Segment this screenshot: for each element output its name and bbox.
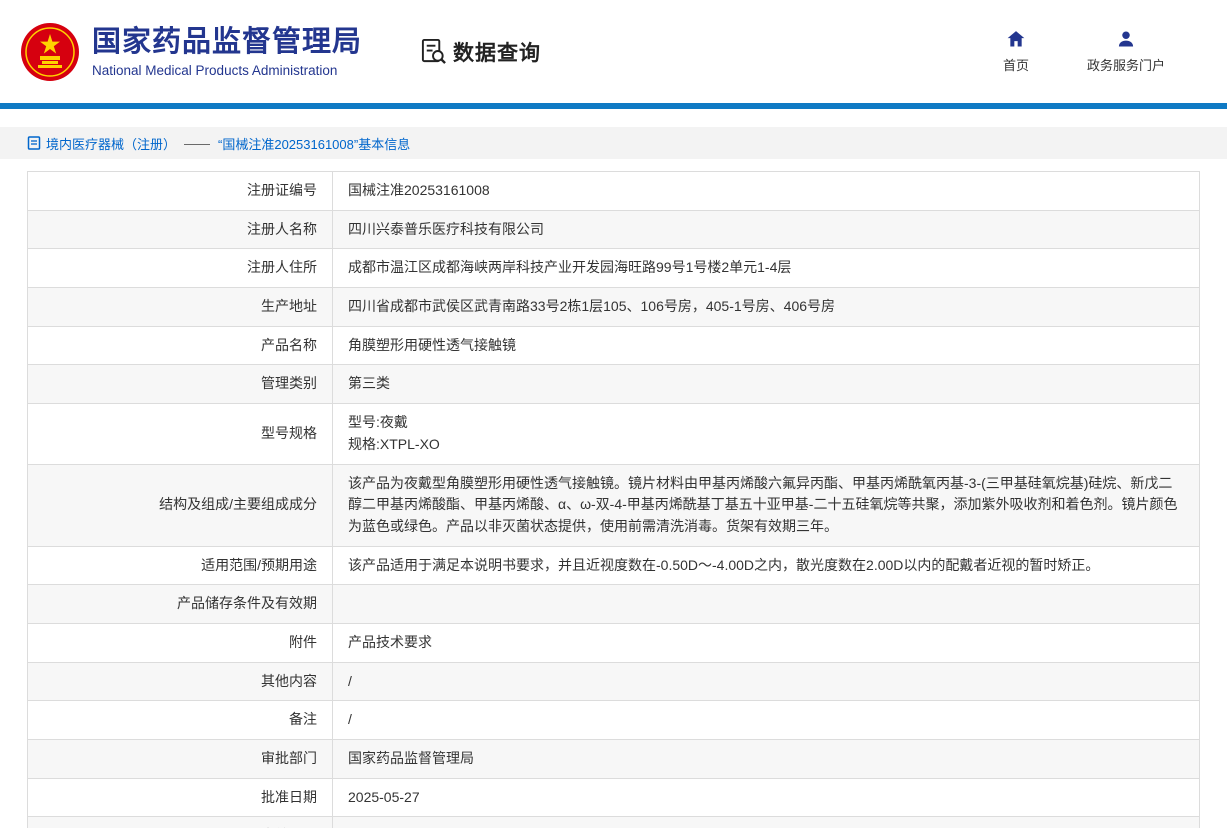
table-row: 附件 产品技术要求 — [28, 623, 1200, 662]
row-label: 注册人名称 — [28, 210, 333, 249]
row-value: 成都市温江区成都海峡两岸科技产业开发园海旺路99号1号楼2单元1-4层 — [333, 249, 1200, 288]
nav-item-label: 政务服务门户 — [1087, 55, 1165, 74]
row-value: / — [333, 662, 1200, 701]
row-value: 国械注准20253161008 — [333, 172, 1200, 211]
table-row: 备注 / — [28, 701, 1200, 740]
row-label: 批准日期 — [28, 778, 333, 817]
row-label: 其他内容 — [28, 662, 333, 701]
row-label: 产品名称 — [28, 326, 333, 365]
row-value: 该产品适用于满足本说明书要求，并且近视度数在-0.50D～-4.00D之内，散光… — [333, 546, 1200, 585]
breadcrumb: 境内医疗器械（注册） —— “国械注准20253161008”基本信息 — [0, 127, 1227, 159]
user-icon — [1116, 29, 1136, 49]
row-value: 2025-05-27 — [333, 778, 1200, 817]
row-label: 注册人住所 — [28, 249, 333, 288]
document-icon — [27, 136, 41, 150]
nmpa-emblem-logo — [20, 22, 80, 82]
agency-name-en: National Medical Products Administration — [92, 63, 362, 78]
row-label: 备注 — [28, 701, 333, 740]
row-label: 生效日期 — [28, 817, 333, 828]
table-row: 型号规格 型号:夜戴 规格:XTPL-XO — [28, 404, 1200, 464]
row-value: 产品技术要求 — [333, 623, 1200, 662]
row-label: 型号规格 — [28, 404, 333, 464]
row-label: 适用范围/预期用途 — [28, 546, 333, 585]
table-row: 结构及组成/主要组成成分 该产品为夜戴型角膜塑形用硬性透气接触镜。镜片材料由甲基… — [28, 464, 1200, 546]
home-icon — [1006, 29, 1026, 49]
data-query-tab[interactable]: 数据查询 — [420, 37, 541, 67]
registration-detail-table: 注册证编号 国械注准20253161008 注册人名称 四川兴泰普乐医疗科技有限… — [27, 171, 1200, 828]
table-row: 产品储存条件及有效期 — [28, 585, 1200, 624]
table-row: 其他内容 / — [28, 662, 1200, 701]
table-row: 注册人住所 成都市温江区成都海峡两岸科技产业开发园海旺路99号1号楼2单元1-4… — [28, 249, 1200, 288]
row-value: 四川省成都市武侯区武青南路33号2栋1层105、106号房，405-1号房、40… — [333, 288, 1200, 327]
agency-name-zh: 国家药品监督管理局 — [92, 25, 362, 60]
page-header: 国家药品监督管理局 National Medical Products Admi… — [0, 0, 1227, 103]
row-value: 型号:夜戴 规格:XTPL-XO — [333, 404, 1200, 464]
row-label: 审批部门 — [28, 740, 333, 779]
row-label: 结构及组成/主要组成成分 — [28, 464, 333, 546]
row-value: 角膜塑形用硬性透气接触镜 — [333, 326, 1200, 365]
row-value: 四川兴泰普乐医疗科技有限公司 — [333, 210, 1200, 249]
table-row: 适用范围/预期用途 该产品适用于满足本说明书要求，并且近视度数在-0.50D～-… — [28, 546, 1200, 585]
table-row: 注册人名称 四川兴泰普乐医疗科技有限公司 — [28, 210, 1200, 249]
table-row: 管理类别 第三类 — [28, 365, 1200, 404]
row-label: 生产地址 — [28, 288, 333, 327]
row-value: 第三类 — [333, 365, 1200, 404]
breadcrumb-root-link[interactable]: 境内医疗器械（注册） — [46, 134, 176, 153]
nav-item-home[interactable]: 首页 — [1003, 29, 1029, 74]
row-label: 注册证编号 — [28, 172, 333, 211]
row-label: 附件 — [28, 623, 333, 662]
top-nav: 首页 政务服务门户 — [1003, 29, 1165, 74]
table-row: 审批部门 国家药品监督管理局 — [28, 740, 1200, 779]
table-row: 注册证编号 国械注准20253161008 — [28, 172, 1200, 211]
table-row: 批准日期 2025-05-27 — [28, 778, 1200, 817]
row-value: 2025-05-27 — [333, 817, 1200, 828]
nav-item-label: 首页 — [1003, 55, 1029, 74]
document-search-icon — [420, 38, 447, 65]
table-row: 生产地址 四川省成都市武侯区武青南路33号2栋1层105、106号房，405-1… — [28, 288, 1200, 327]
row-value: 国家药品监督管理局 — [333, 740, 1200, 779]
row-label: 管理类别 — [28, 365, 333, 404]
nav-item-portal[interactable]: 政务服务门户 — [1087, 29, 1165, 74]
row-label: 产品储存条件及有效期 — [28, 585, 333, 624]
header-accent-bar — [0, 103, 1227, 109]
breadcrumb-current: “国械注准20253161008”基本信息 — [218, 134, 410, 153]
breadcrumb-separator: —— — [184, 136, 210, 151]
table-row: 生效日期 2025-05-27 — [28, 817, 1200, 828]
agency-title-block: 国家药品监督管理局 National Medical Products Admi… — [92, 25, 362, 78]
table-row: 产品名称 角膜塑形用硬性透气接触镜 — [28, 326, 1200, 365]
row-value — [333, 585, 1200, 624]
national-emblem-icon — [20, 22, 80, 82]
row-value: 该产品为夜戴型角膜塑形用硬性透气接触镜。镜片材料由甲基丙烯酸六氟异丙酯、甲基丙烯… — [333, 464, 1200, 546]
row-value: / — [333, 701, 1200, 740]
data-query-label: 数据查询 — [453, 37, 541, 67]
